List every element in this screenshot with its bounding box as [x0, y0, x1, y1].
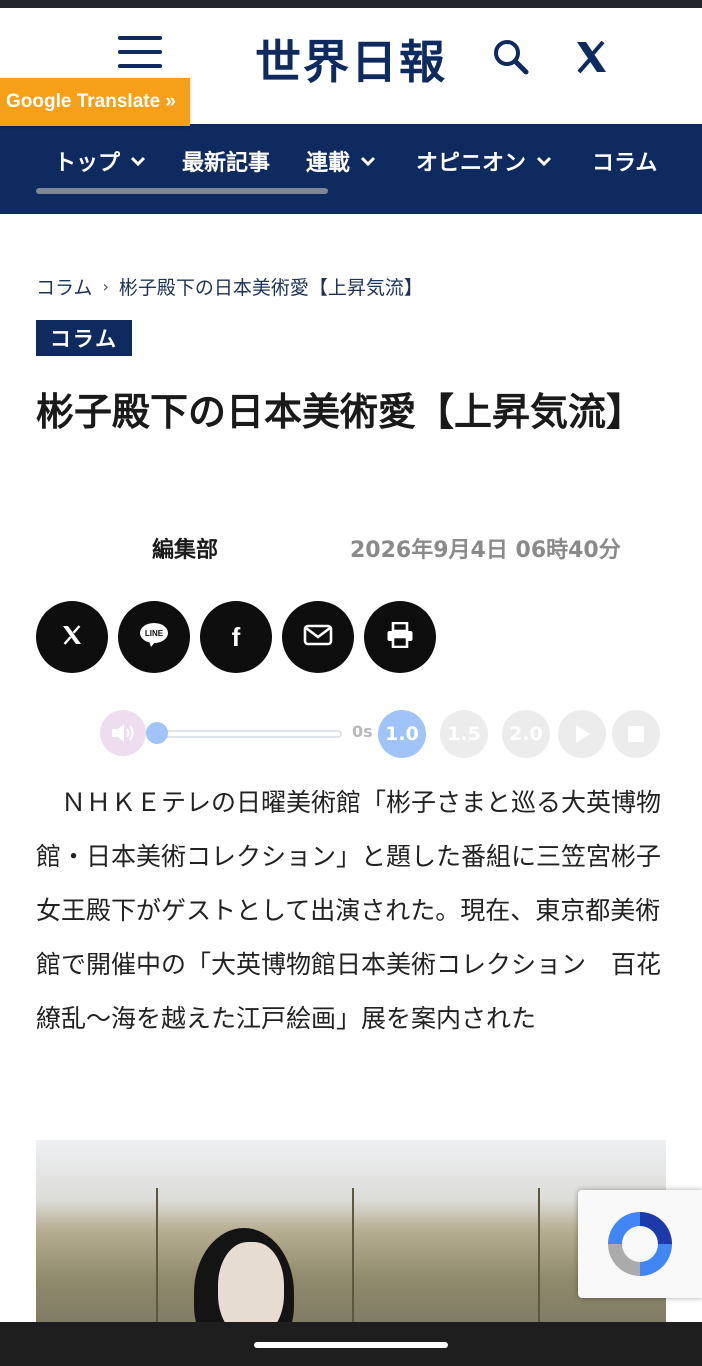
- share-x-button[interactable]: [36, 601, 108, 673]
- nav-item-column[interactable]: コラム: [592, 124, 657, 198]
- menu-icon[interactable]: [118, 36, 162, 70]
- site-logo[interactable]: 世界日報: [240, 24, 462, 94]
- nav-item-latest[interactable]: 最新記事: [182, 124, 270, 198]
- recaptcha-icon: [608, 1212, 672, 1276]
- share-print-button[interactable]: [364, 601, 436, 673]
- breadcrumb: コラム › 彬子殿下の日本美術愛【上昇気流】: [36, 268, 423, 304]
- share-email-button[interactable]: [282, 601, 354, 673]
- speed-1-0-button[interactable]: 1.0: [378, 710, 426, 758]
- speed-1-5-button[interactable]: 1.5: [440, 710, 488, 758]
- nav-item-label: 連載: [306, 151, 351, 176]
- status-bar: [0, 0, 702, 8]
- breadcrumb-item-column[interactable]: コラム: [36, 273, 92, 300]
- nav-item-label: コラム: [592, 151, 658, 176]
- chevron-down-icon: [130, 156, 146, 167]
- printer-icon: [386, 621, 414, 652]
- nav-item-label: 最新記事: [182, 151, 271, 176]
- facebook-icon: f: [231, 621, 241, 652]
- audio-progress-track[interactable]: [156, 730, 342, 738]
- nav-item-opinion[interactable]: オピニオン: [416, 124, 552, 198]
- article-author[interactable]: 編集部: [152, 530, 218, 566]
- home-indicator[interactable]: [254, 1342, 448, 1348]
- article-title: 彬子殿下の日本美術愛【上昇気流】: [36, 390, 645, 434]
- breadcrumb-separator: ›: [102, 276, 109, 296]
- search-icon[interactable]: [490, 36, 532, 78]
- svg-text:LINE: LINE: [145, 629, 164, 638]
- nav-item-label: オピニオン: [416, 151, 527, 176]
- envelope-icon: [303, 624, 333, 650]
- logo-text: 世界日報: [255, 35, 447, 89]
- article-photo[interactable]: [36, 1140, 666, 1340]
- share-line-button[interactable]: LINE: [118, 601, 190, 673]
- x-logo-icon[interactable]: [570, 36, 612, 78]
- speed-2-0-button[interactable]: 2.0: [502, 710, 550, 758]
- stop-icon[interactable]: [612, 710, 660, 758]
- nav-item-label: トップ: [54, 151, 121, 176]
- nav-item-series[interactable]: 連載: [306, 124, 376, 198]
- article-date: 2026年9月4日 06時40分: [350, 538, 621, 563]
- line-icon: LINE: [139, 622, 169, 652]
- article-body: ＮＨＫＥテレの日曜美術館「彬子さまと巡る大英博物館・日本美術コレクション」と題し…: [36, 788, 662, 1033]
- share-facebook-button[interactable]: f: [200, 601, 272, 673]
- x-logo-icon: [61, 622, 83, 653]
- breadcrumb-item-current[interactable]: 彬子殿下の日本美術愛【上昇気流】: [119, 273, 423, 300]
- audio-progress-knob[interactable]: [146, 722, 168, 744]
- chevron-down-icon: [360, 156, 376, 167]
- category-badge[interactable]: コラム: [36, 320, 132, 356]
- recaptcha-badge[interactable]: [578, 1190, 702, 1298]
- audio-time: 0s: [352, 722, 373, 741]
- main-nav: トップ 最新記事 連載 オピニオン コラム: [0, 124, 702, 214]
- nav-scroll-indicator: [36, 188, 328, 194]
- audio-player: 0s 1.0 1.5 2.0: [100, 708, 660, 760]
- play-icon[interactable]: [558, 710, 606, 758]
- google-translate-button[interactable]: Google Translate »: [0, 78, 190, 126]
- chevron-down-icon: [536, 156, 552, 167]
- nav-item-top[interactable]: トップ: [54, 124, 146, 198]
- speaker-icon[interactable]: [100, 710, 146, 756]
